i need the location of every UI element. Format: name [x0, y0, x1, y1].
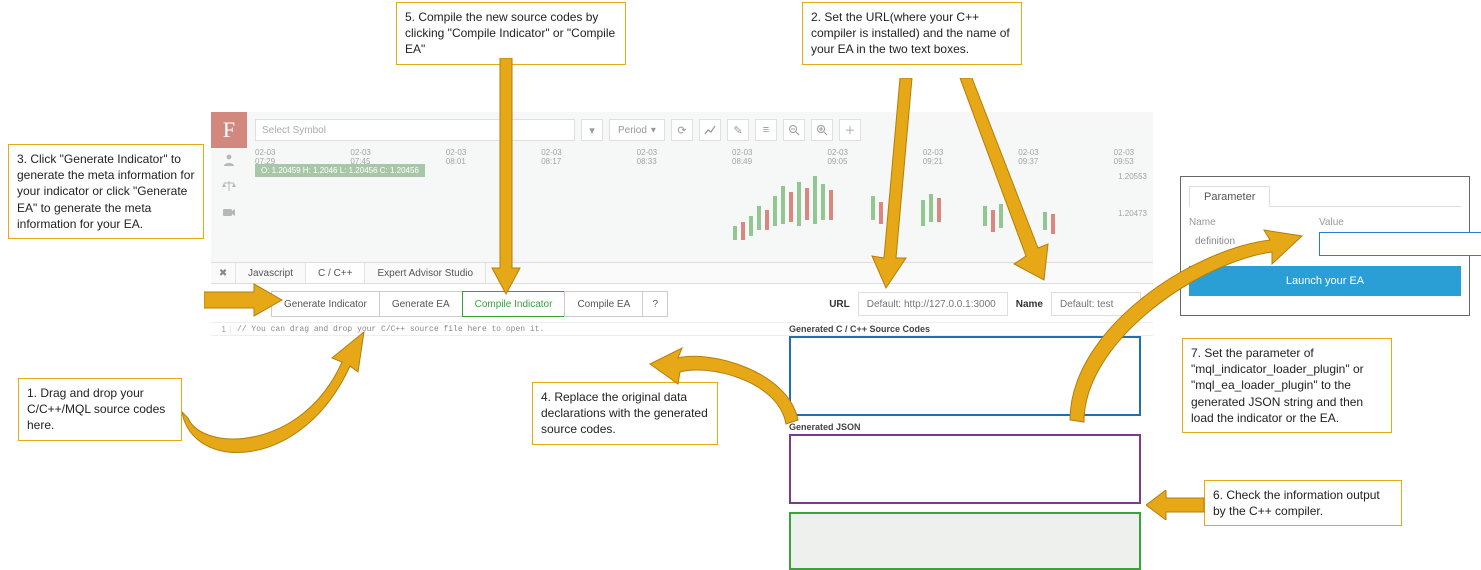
- lang-tabs: ✖ Javascript C / C++ Expert Advisor Stud…: [211, 262, 1153, 284]
- refresh-icon[interactable]: ⟳: [671, 119, 693, 141]
- callout-7: 7. Set the parameter of "mql_indicator_l…: [1182, 338, 1392, 433]
- name-label: Name: [1016, 299, 1043, 310]
- callout-1: 1. Drag and drop your C/C++/MQL source c…: [18, 378, 182, 441]
- chart-area: F ▾ Period ▾ ⟳ ✎ ≡ ＋ 02-03 07:2902-03 07…: [211, 112, 1153, 262]
- tab-c-cpp[interactable]: C / C++: [306, 263, 365, 283]
- parameter-panel: Parameter Name Value definition Launch y…: [1180, 176, 1470, 316]
- generated-json-box[interactable]: [789, 434, 1141, 504]
- param-name-cell: definition: [1189, 232, 1309, 256]
- launch-ea-button[interactable]: Launch your EA: [1189, 266, 1461, 296]
- line-number: 1: [211, 325, 231, 334]
- time-axis: 02-03 07:2902-03 07:4502-03 08:0102-03 0…: [255, 148, 1153, 164]
- url-input[interactable]: [858, 292, 1008, 316]
- compile-ea-button[interactable]: Compile EA: [564, 291, 643, 317]
- param-value-input[interactable]: [1319, 232, 1481, 256]
- name-input[interactable]: [1051, 292, 1141, 316]
- balance-scale-icon[interactable]: [221, 178, 237, 194]
- generated-source-box[interactable]: [789, 336, 1141, 416]
- app-logo: F: [211, 112, 247, 148]
- ohlc-badge: O: 1.20459 H: 1.2046 L: 1.20456 C: 1.204…: [255, 164, 425, 177]
- parameter-row: definition: [1189, 232, 1461, 256]
- callout-2: 2. Set the URL(where your C++ compiler i…: [802, 2, 1022, 65]
- callout-6: 6. Check the information output by the C…: [1204, 480, 1402, 526]
- chart-line-icon[interactable]: [699, 119, 721, 141]
- person-icon[interactable]: [221, 152, 237, 168]
- parameter-header: Name Value: [1189, 217, 1461, 228]
- generated-json-label: Generated JSON: [789, 422, 861, 432]
- parameter-tabs: Parameter: [1189, 185, 1461, 207]
- symbol-dropdown-icon[interactable]: ▾: [581, 119, 603, 141]
- action-buttons: Generate Indicator Generate EA Compile I…: [271, 291, 668, 317]
- source-editor[interactable]: 1 // You can drag and drop your C/C++ so…: [211, 322, 1153, 336]
- list-icon[interactable]: ≡: [755, 119, 777, 141]
- tab-ea-studio[interactable]: Expert Advisor Studio: [365, 263, 486, 283]
- tab-javascript[interactable]: Javascript: [236, 263, 306, 283]
- callout-3: 3. Click "Generate Indicator" to generat…: [8, 144, 204, 239]
- generate-ea-button[interactable]: Generate EA: [379, 291, 463, 317]
- action-row: Generate Indicator Generate EA Compile I…: [211, 286, 1153, 322]
- editor-hint: // You can drag and drop your C/C++ sour…: [231, 325, 544, 334]
- plus-icon[interactable]: ＋: [839, 119, 861, 141]
- price-axis: 1.20553 1.20473: [1118, 172, 1147, 218]
- symbol-input[interactable]: [255, 119, 575, 141]
- zoom-in-icon[interactable]: [811, 119, 833, 141]
- compiler-fields: URL Name: [829, 292, 1153, 316]
- period-dropdown[interactable]: Period ▾: [609, 119, 665, 141]
- parameter-tab[interactable]: Parameter: [1189, 186, 1270, 207]
- url-label: URL: [829, 299, 850, 310]
- close-tab-icon[interactable]: ✖: [211, 263, 236, 283]
- compile-indicator-button[interactable]: Compile Indicator: [462, 291, 566, 317]
- help-button[interactable]: ?: [642, 291, 668, 317]
- param-col-name: Name: [1189, 217, 1309, 228]
- param-col-value: Value: [1319, 217, 1344, 228]
- app-screenshot: F ▾ Period ▾ ⟳ ✎ ≡ ＋ 02-03 07:2902-03 07…: [211, 112, 1153, 562]
- callout-5: 5. Compile the new source codes by click…: [396, 2, 626, 65]
- compiler-output-box[interactable]: [789, 512, 1141, 570]
- generated-source-label: Generated C / C++ Source Codes: [789, 324, 930, 334]
- left-rail: [217, 152, 241, 220]
- camera-icon[interactable]: [221, 204, 237, 220]
- pencil-icon[interactable]: ✎: [727, 119, 749, 141]
- generate-indicator-button[interactable]: Generate Indicator: [271, 291, 380, 317]
- top-toolbar: ▾ Period ▾ ⟳ ✎ ≡ ＋: [255, 118, 861, 142]
- arrow-6: [1146, 490, 1206, 520]
- callout-4: 4. Replace the original data declaration…: [532, 382, 718, 445]
- zoom-out-icon[interactable]: [783, 119, 805, 141]
- candlestick-chart: [723, 166, 1103, 252]
